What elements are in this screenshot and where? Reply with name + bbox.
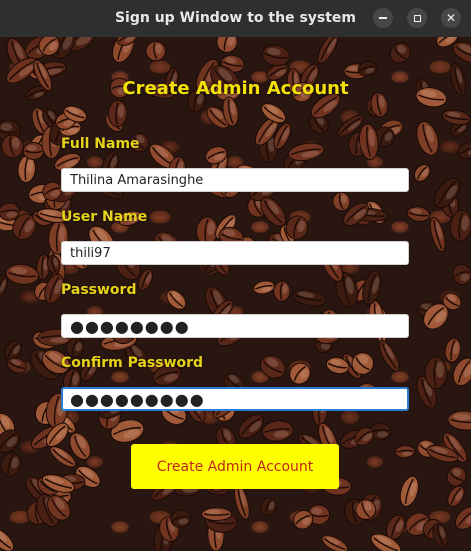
title-bar[interactable]: Sign up Window to the system ✕ [0, 0, 471, 37]
confirm-password-label: Confirm Password [61, 355, 204, 371]
password-label: Password [61, 282, 137, 298]
close-button[interactable]: ✕ [441, 8, 461, 28]
minimize-icon [379, 17, 387, 19]
password-field[interactable] [61, 314, 409, 338]
window-title: Sign up Window to the system [114, 10, 357, 26]
minimize-button[interactable] [373, 8, 393, 28]
confirm-password-field[interactable] [61, 387, 409, 411]
full-name-field[interactable] [61, 168, 409, 192]
signup-window: Sign up Window to the system ✕ Create Ad… [0, 0, 471, 551]
maximize-button[interactable] [407, 8, 427, 28]
user-name-field[interactable] [61, 241, 409, 265]
user-name-label: User Name [61, 209, 148, 225]
form-panel: Create Admin Account Full Name User Name… [0, 37, 471, 551]
create-admin-account-button[interactable]: Create Admin Account [131, 444, 339, 489]
close-icon: ✕ [445, 11, 457, 25]
full-name-label: Full Name [61, 136, 140, 152]
page-title: Create Admin Account [122, 78, 349, 99]
maximize-icon [413, 14, 421, 22]
